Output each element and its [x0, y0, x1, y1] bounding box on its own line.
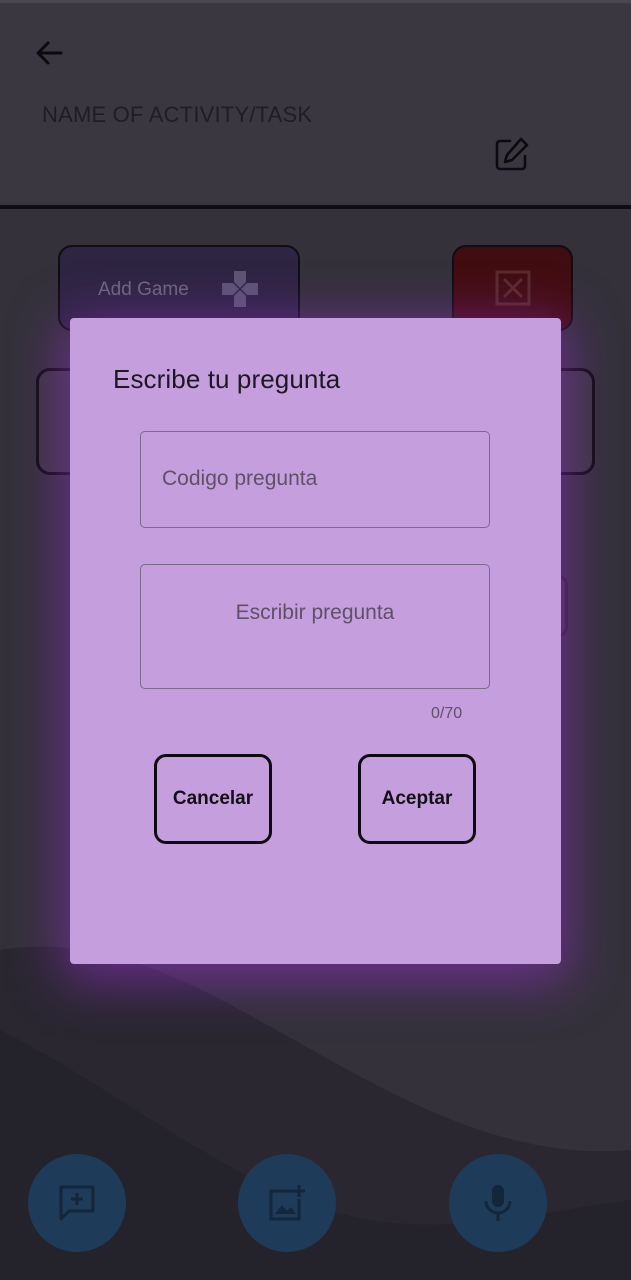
add-game-label: Add Game [98, 279, 189, 300]
question-code-input[interactable]: Codigo pregunta [140, 431, 490, 528]
question-text-input[interactable]: Escribir pregunta [140, 564, 490, 689]
close-box-icon [495, 270, 530, 306]
record-audio-button[interactable] [449, 1154, 547, 1252]
question-text-placeholder: Escribir pregunta [235, 601, 395, 624]
activity-title[interactable]: NAME OF ACTIVITY/TASK [42, 102, 312, 128]
accept-button[interactable]: Aceptar [358, 754, 476, 844]
edit-icon [495, 137, 529, 171]
back-button[interactable] [28, 32, 70, 74]
header-divider [0, 205, 631, 209]
add-image-icon [269, 1185, 305, 1221]
add-comment-button[interactable] [28, 1154, 126, 1252]
question-dialog: Escribe tu pregunta Codigo pregunta Escr… [70, 318, 561, 964]
character-counter: 0/70 [431, 705, 463, 722]
arrow-left-icon [36, 41, 63, 65]
mic-icon [484, 1185, 512, 1221]
question-code-placeholder: Codigo pregunta [162, 467, 318, 490]
dialog-title: Escribe tu pregunta [113, 364, 341, 394]
cancel-button[interactable]: Cancelar [154, 754, 272, 844]
add-image-button[interactable] [238, 1154, 336, 1252]
add-comment-icon [59, 1185, 95, 1221]
edit-title-button[interactable] [490, 132, 534, 176]
gamepad-icon [222, 271, 258, 307]
status-divider [0, 0, 631, 3]
